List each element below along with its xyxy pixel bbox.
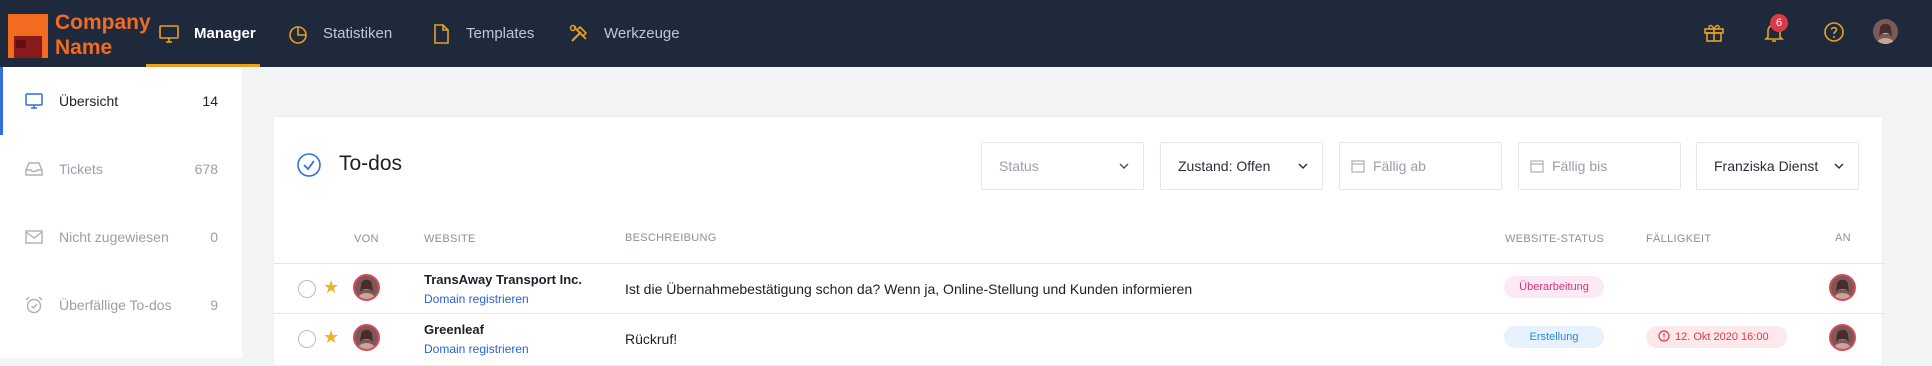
document-icon	[434, 23, 449, 44]
nav-item-label: Statistiken	[323, 25, 393, 42]
state-filter[interactable]: Zustand: Offen	[1160, 142, 1323, 190]
nav-item-manager[interactable]: Manager	[146, 0, 260, 67]
sidebar-item-count: 678	[194, 161, 218, 177]
sidebar: Übersicht 14 Tickets 678 Nicht zugewiese…	[0, 67, 242, 358]
user-avatar[interactable]	[1873, 19, 1898, 44]
pie-chart-icon	[289, 25, 307, 44]
help-icon[interactable]	[1822, 20, 1846, 44]
person-icon	[358, 329, 375, 349]
sidebar-item-label: Nicht zugewiesen	[59, 229, 169, 245]
due-date-badge: 12. Okt 2020 16:00	[1646, 326, 1787, 348]
due-from-placeholder: Fällig ab	[1373, 158, 1426, 174]
status-badge: Überarbeitung	[1504, 276, 1604, 298]
sidebar-item-nicht-zugewiesen[interactable]: Nicht zugewiesen 0	[0, 203, 242, 271]
status-badge: Erstellung	[1504, 326, 1604, 348]
nav-item-werkzeuge[interactable]: Werkzeuge	[568, 0, 680, 67]
company-logo[interactable]	[8, 14, 48, 58]
state-filter-label: Zustand: Offen	[1178, 158, 1271, 174]
column-header-faelligkeit[interactable]: FÄLLIGKEIT	[1646, 233, 1711, 245]
nav-item-statistiken[interactable]: Statistiken	[287, 0, 392, 67]
person-icon	[1877, 23, 1894, 44]
todo-description[interactable]: Ist die Übernahmebestätigung schon da? W…	[625, 281, 1192, 297]
warning-circle-icon	[1658, 330, 1670, 342]
status-filter[interactable]: Status	[981, 142, 1144, 190]
column-header-website-status[interactable]: WEBSITE-STATUS	[1505, 233, 1604, 245]
sidebar-item-tickets[interactable]: Tickets 678	[0, 135, 242, 203]
assignee-filter-label: Franziska Dienst	[1714, 158, 1819, 174]
complete-radio[interactable]	[298, 280, 316, 298]
assignee-avatar	[1829, 324, 1856, 351]
inbox-icon	[25, 162, 43, 176]
todo-description[interactable]: Rückruf!	[625, 331, 677, 347]
top-navigation-bar: Company Name Manager Statistiken Templat…	[0, 0, 1932, 67]
calendar-icon	[1530, 160, 1544, 173]
table-row[interactable]: ★ Greenleaf Domain registrieren Rückruf!…	[274, 314, 1884, 363]
nav-item-label: Manager	[194, 25, 256, 42]
due-date-text: 12. Okt 2020 16:00	[1675, 331, 1769, 343]
notification-badge: 6	[1770, 14, 1788, 32]
column-header-an[interactable]: AN	[1835, 232, 1851, 244]
complete-radio[interactable]	[298, 330, 316, 348]
column-header-beschreibung[interactable]: BESCHREIBUNG	[625, 232, 717, 244]
monitor-icon	[25, 93, 43, 109]
sidebar-item-count: 14	[202, 93, 218, 109]
sidebar-item-count: 9	[210, 297, 218, 313]
sidebar-item-label: Überfällige To-dos	[59, 297, 172, 313]
from-avatar	[353, 324, 380, 351]
sidebar-item-count: 0	[210, 229, 218, 245]
company-name: Company Name	[55, 10, 151, 60]
status-filter-label: Status	[999, 158, 1039, 174]
website-task-link[interactable]: Domain registrieren	[424, 292, 529, 306]
company-name-line2: Name	[55, 36, 113, 59]
star-icon[interactable]: ★	[323, 278, 339, 296]
gift-icon[interactable]	[1702, 20, 1726, 44]
assignee-avatar	[1829, 274, 1856, 301]
person-icon	[1834, 329, 1851, 349]
column-header-website[interactable]: WEBSITE	[424, 233, 476, 245]
table-row[interactable]: ★ TransAway Transport Inc. Domain regist…	[274, 264, 1884, 313]
tools-icon	[569, 24, 588, 42]
website-name[interactable]: Greenleaf	[424, 322, 484, 337]
nav-item-label: Werkzeuge	[604, 25, 680, 42]
sidebar-item-label: Übersicht	[59, 93, 119, 109]
check-circle-icon	[297, 153, 321, 177]
todos-card: To-dos Status Zustand: Offen Fällig ab F…	[273, 116, 1884, 366]
chevron-down-icon	[1834, 163, 1844, 170]
company-name-line1: Company	[55, 11, 151, 34]
assignee-filter[interactable]: Franziska Dienst	[1696, 142, 1859, 190]
sidebar-item-uebersicht[interactable]: Übersicht 14	[0, 67, 242, 135]
page-title: To-dos	[339, 152, 403, 175]
star-icon[interactable]: ★	[323, 328, 339, 346]
chevron-down-icon	[1298, 163, 1308, 170]
from-avatar	[353, 274, 380, 301]
alarm-clock-icon	[25, 296, 43, 314]
person-icon	[1834, 279, 1851, 299]
due-to-field[interactable]: Fällig bis	[1518, 142, 1681, 190]
website-name[interactable]: TransAway Transport Inc.	[424, 272, 582, 287]
monitor-icon	[159, 24, 179, 43]
sidebar-item-label: Tickets	[59, 161, 103, 177]
column-header-von[interactable]: VON	[354, 233, 379, 245]
chevron-down-icon	[1119, 163, 1129, 170]
due-to-placeholder: Fällig bis	[1552, 158, 1608, 174]
nav-item-templates[interactable]: Templates	[430, 0, 534, 67]
website-task-link[interactable]: Domain registrieren	[424, 342, 529, 356]
person-icon	[358, 279, 375, 299]
due-from-field[interactable]: Fällig ab	[1339, 142, 1502, 190]
nav-item-label: Templates	[466, 25, 535, 42]
calendar-icon	[1351, 160, 1365, 173]
sidebar-item-ueberfaellige-todos[interactable]: Überfällige To-dos 9	[0, 271, 242, 339]
mail-icon	[25, 230, 43, 244]
